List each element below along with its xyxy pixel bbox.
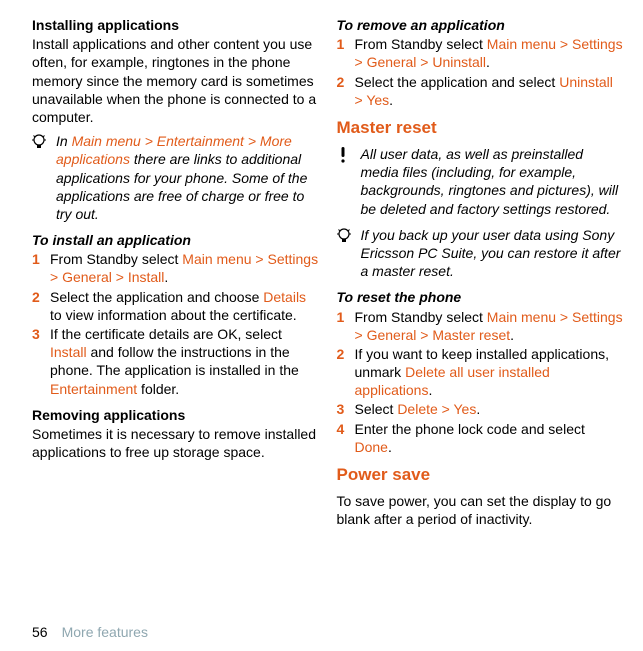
para-removing: Sometimes it is necessary to remove inst… bbox=[32, 425, 319, 461]
para-install-apps: Install applications and other content y… bbox=[32, 35, 319, 126]
step-number: 3 bbox=[32, 325, 44, 398]
right-column: To remove an application 1 From Standby … bbox=[337, 16, 624, 611]
install-step-1: 1 From Standby select Main menu > Settin… bbox=[32, 250, 319, 286]
tip-backup-text: If you back up your user data using Sony… bbox=[361, 226, 624, 281]
step-text-pre: From Standby select bbox=[355, 36, 487, 52]
exclamation-icon bbox=[337, 147, 353, 163]
nav-done: Done bbox=[355, 439, 388, 455]
step-number: 2 bbox=[32, 288, 44, 324]
step-number: 4 bbox=[337, 420, 349, 456]
para-power-save: To save power, you can set the display t… bbox=[337, 492, 624, 528]
step-text-pre: Select the application and choose bbox=[50, 289, 263, 305]
install-step-2: 2 Select the application and choose Deta… bbox=[32, 288, 319, 324]
step-text-post: . bbox=[164, 269, 168, 285]
remove-step-2: 2 Select the application and select Unin… bbox=[337, 73, 624, 109]
step-text-post: . bbox=[389, 92, 393, 108]
reset-step-1: 1 From Standby select Main menu > Settin… bbox=[337, 308, 624, 344]
heading-installing-applications: Installing applications bbox=[32, 16, 319, 34]
heading-removing-applications: Removing applications bbox=[32, 406, 319, 424]
lightbulb-icon bbox=[32, 134, 48, 152]
section-master-reset: Master reset bbox=[337, 117, 624, 139]
lightbulb-icon bbox=[337, 228, 353, 246]
step-text-post: . bbox=[476, 401, 480, 417]
tip-text-pre: In bbox=[56, 133, 72, 149]
step-number: 1 bbox=[337, 35, 349, 71]
reset-step-2: 2 If you want to keep installed applicat… bbox=[337, 345, 624, 400]
nav-install-action: Install bbox=[50, 344, 87, 360]
left-column: Installing applications Install applicat… bbox=[32, 16, 319, 611]
step-number: 1 bbox=[337, 308, 349, 344]
step-text-mid: and follow the instructions in the phone… bbox=[50, 344, 299, 378]
page-footer: 56 More features bbox=[32, 623, 623, 641]
nav-delete-yes: Delete > Yes bbox=[397, 401, 476, 417]
heading-to-reset: To reset the phone bbox=[337, 288, 624, 306]
reset-step-4: 4 Enter the phone lock code and select D… bbox=[337, 420, 624, 456]
step-number: 1 bbox=[32, 250, 44, 286]
step-number: 2 bbox=[337, 73, 349, 109]
reset-step-3: 3 Select Delete > Yes. bbox=[337, 400, 624, 418]
warning-text: All user data, as well as preinstalled m… bbox=[361, 145, 624, 218]
nav-details: Details bbox=[263, 289, 306, 305]
tip-entertainment-apps: In Main menu > Entertainment > More appl… bbox=[32, 132, 319, 223]
step-number: 2 bbox=[337, 345, 349, 400]
section-power-save: Power save bbox=[337, 464, 624, 486]
step-text-post: . bbox=[486, 54, 490, 70]
step-text-post: . bbox=[428, 382, 432, 398]
nav-entertainment-folder: Entertainment bbox=[50, 381, 137, 397]
warning-master-reset: All user data, as well as preinstalled m… bbox=[337, 145, 624, 218]
step-text-pre: Select the application and select bbox=[355, 74, 560, 90]
step-text-post: to view information about the certificat… bbox=[50, 307, 297, 323]
heading-to-remove: To remove an application bbox=[337, 16, 624, 34]
step-text-post: folder. bbox=[137, 381, 179, 397]
remove-step-1: 1 From Standby select Main menu > Settin… bbox=[337, 35, 624, 71]
step-text-pre: Select bbox=[355, 401, 398, 417]
step-text-pre: From Standby select bbox=[50, 251, 182, 267]
footer-section-label: More features bbox=[62, 624, 148, 640]
install-step-3: 3 If the certificate details are OK, sel… bbox=[32, 325, 319, 398]
step-text-post: . bbox=[510, 327, 514, 343]
step-text-post: . bbox=[388, 439, 392, 455]
step-text-pre: If the certificate details are OK, selec… bbox=[50, 326, 282, 342]
heading-to-install: To install an application bbox=[32, 231, 319, 249]
page-number: 56 bbox=[32, 624, 48, 640]
tip-backup: If you back up your user data using Sony… bbox=[337, 226, 624, 281]
step-number: 3 bbox=[337, 400, 349, 418]
step-text-pre: From Standby select bbox=[355, 309, 487, 325]
step-text-pre: Enter the phone lock code and select bbox=[355, 421, 585, 437]
